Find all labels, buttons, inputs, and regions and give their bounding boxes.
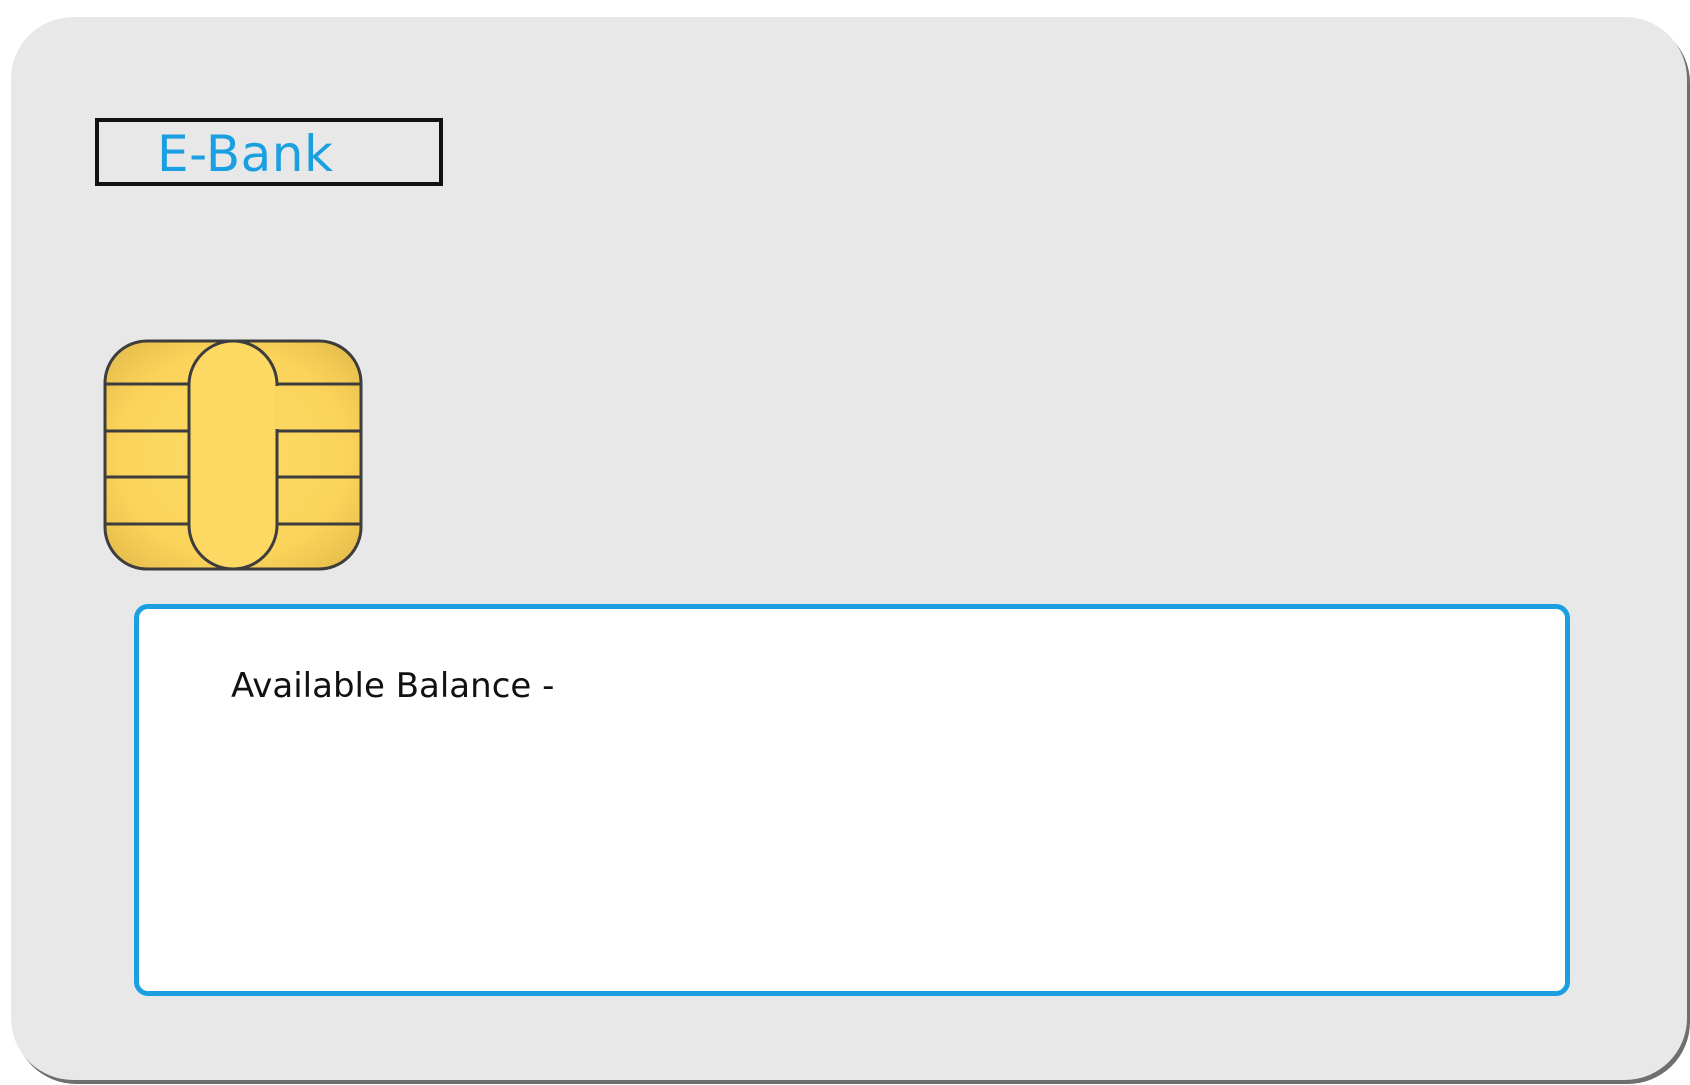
smart-card-chip-icon: [103, 339, 363, 571]
balance-panel: Available Balance -: [134, 604, 1570, 996]
brand-logo-box: E-Bank: [95, 118, 443, 186]
available-balance-label: Available Balance -: [231, 666, 555, 706]
bank-card: E-Bank Available Balance -: [11, 17, 1687, 1080]
brand-name: E-Bank: [157, 125, 334, 183]
